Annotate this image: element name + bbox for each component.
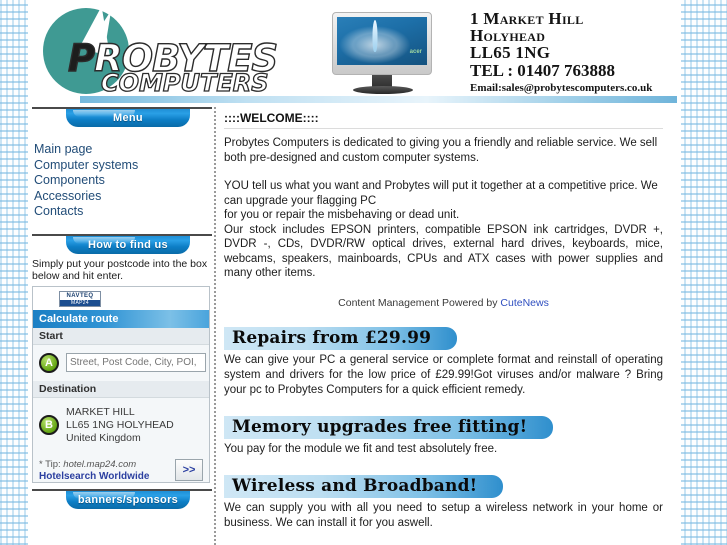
cutenews-credit-prefix: Content Management Powered by: [338, 296, 501, 309]
welcome-paragraph-2: YOU tell us what you want and Probytes w…: [224, 180, 658, 207]
start-section-label: Start: [33, 327, 209, 345]
destination-line-2: LL65 1NG HOLYHEAD: [66, 418, 174, 431]
banners-panel: banners/sponsors: [30, 488, 214, 509]
promo-wireless: Wireless and Broadband! We can supply yo…: [224, 474, 663, 531]
calculate-route-submit-button[interactable]: >>: [175, 458, 203, 481]
sidebar-item-main-page[interactable]: Main page: [30, 142, 214, 158]
welcome-paragraph-4: Our stock includes EPSON printers, compa…: [224, 223, 663, 280]
sidebar-item-components[interactable]: Components: [30, 173, 214, 189]
sidebar-item-computer-systems[interactable]: Computer systems: [30, 158, 214, 174]
tip-row: * Tip: hotel.map24.com Hotelsearch World…: [33, 453, 209, 482]
promo-repairs-heading: Repairs from £29.99: [224, 326, 458, 350]
promo-repairs-body: We can give your PC a general service or…: [224, 353, 663, 396]
sidebar-link-computer-systems[interactable]: Computer systems: [30, 158, 214, 174]
monitor-frame: acer: [332, 12, 432, 75]
navteq-logo-bottom: MAP24: [60, 299, 100, 306]
destination-pin-icon: B: [39, 415, 59, 435]
address-line-1: 1 Market Hill: [470, 9, 584, 28]
menu-title: Menu: [66, 109, 190, 127]
promo-wireless-body: We can supply you with all you need to s…: [224, 501, 663, 529]
sidebar: Menu Main page Computer systems Componen…: [30, 107, 216, 545]
cutenews-credit: Content Management Powered by CuteNews: [224, 297, 663, 309]
start-row: A: [33, 345, 209, 381]
monitor-brand-label: acer: [409, 49, 422, 55]
monitor-screen: acer: [337, 17, 427, 65]
sidebar-link-accessories[interactable]: Accessories: [30, 189, 214, 205]
destination-section-label: Destination: [33, 380, 209, 398]
destination-line-3: United Kingdom: [66, 431, 141, 444]
tip-text: * Tip: hotel.map24.com: [39, 459, 169, 470]
destination-row: B MARKET HILL LL65 1NG HOLYHEAD United K…: [33, 398, 209, 453]
address-email: Email:sales@probytescomputers.co.uk: [470, 82, 653, 94]
menu-panel: Menu Main page Computer systems Componen…: [30, 107, 214, 234]
promo-memory-heading: Memory upgrades free fitting!: [224, 415, 554, 439]
promo-memory-body: You pay for the module we fit and test a…: [224, 442, 498, 455]
tip-label: * Tip:: [39, 458, 61, 470]
start-pin-icon: A: [39, 352, 59, 373]
address-line-2: Holyhead: [470, 26, 546, 45]
navteq-logo-area: NAVTEQ MAP24: [33, 286, 209, 310]
banners-title-wrap: banners/sponsors: [30, 490, 214, 509]
start-location-input[interactable]: [66, 353, 206, 372]
address-telephone: TEL : 01407 763888: [470, 61, 615, 80]
howto-instructions: Simply put your postcode into the box be…: [32, 257, 208, 282]
site-header: PROBYTES COMPUTERS acer 1 Market Hill Ho…: [30, 0, 681, 103]
howto-panel: How to find us Simply put your postcode …: [30, 233, 214, 483]
promo-repairs: Repairs from £29.99 We can give your PC …: [224, 326, 663, 398]
tip-value: hotel.map24.com: [63, 458, 137, 470]
sidebar-item-contacts[interactable]: Contacts: [30, 204, 214, 220]
address-postcode: LL65 1NG: [470, 43, 551, 62]
main-navigation: Main page Computer systems Components Ac…: [30, 127, 214, 234]
logo-brand-initial: P: [67, 36, 96, 80]
howto-title: How to find us: [66, 235, 190, 254]
welcome-heading: ::::WELCOME::::: [224, 109, 663, 129]
logo-brand-subtitle: COMPUTERS: [100, 68, 269, 97]
sidebar-item-accessories[interactable]: Accessories: [30, 189, 214, 205]
cutenews-link[interactable]: CuteNews: [500, 297, 548, 309]
navteq-logo: NAVTEQ MAP24: [59, 290, 101, 307]
welcome-paragraph-1: Probytes Computers is dedicated to givin…: [224, 137, 658, 164]
site-logo[interactable]: PROBYTES COMPUTERS: [35, 3, 280, 100]
header-divider: [80, 96, 677, 103]
welcome-paragraph-3: for you or repair the misbehaving or dea…: [224, 209, 460, 221]
page-background: PROBYTES COMPUTERS acer 1 Market Hill Ho…: [0, 0, 727, 545]
site-canvas: PROBYTES COMPUTERS acer 1 Market Hill Ho…: [30, 0, 681, 545]
banners-title: banners/sponsors: [66, 490, 190, 509]
hotelsearch-link[interactable]: Hotelsearch Worldwide: [39, 471, 169, 482]
sidebar-link-main-page[interactable]: Main page: [30, 142, 214, 158]
main-content: ::::WELCOME:::: Probytes Computers is de…: [216, 107, 681, 545]
calculate-route-title: Calculate route: [33, 309, 209, 328]
water-drop-icon: [372, 19, 378, 52]
destination-line-1: MARKET HILL: [66, 405, 135, 418]
navteq-logo-top: NAVTEQ: [66, 292, 94, 299]
menu-title-wrap: Menu: [30, 109, 214, 127]
sidebar-link-components[interactable]: Components: [30, 173, 214, 189]
monitor-photo: acer: [320, 10, 445, 95]
tip-column: * Tip: hotel.map24.com Hotelsearch World…: [39, 459, 169, 482]
howto-title-wrap: How to find us: [30, 235, 214, 254]
sidebar-link-contacts[interactable]: Contacts: [30, 204, 214, 220]
page-body: Menu Main page Computer systems Componen…: [30, 107, 681, 545]
contact-address-block: 1 Market Hill Holyhead LL65 1NG TEL : 01…: [470, 10, 652, 94]
map24-widget: NAVTEQ MAP24 Calculate route Start A Des…: [32, 285, 210, 483]
monitor-base: [353, 86, 413, 94]
promo-wireless-heading: Wireless and Broadband!: [224, 474, 504, 498]
destination-address: MARKET HILL LL65 1NG HOLYHEAD United Kin…: [66, 406, 174, 445]
promo-memory: Memory upgrades free fitting! You pay fo…: [224, 415, 663, 457]
